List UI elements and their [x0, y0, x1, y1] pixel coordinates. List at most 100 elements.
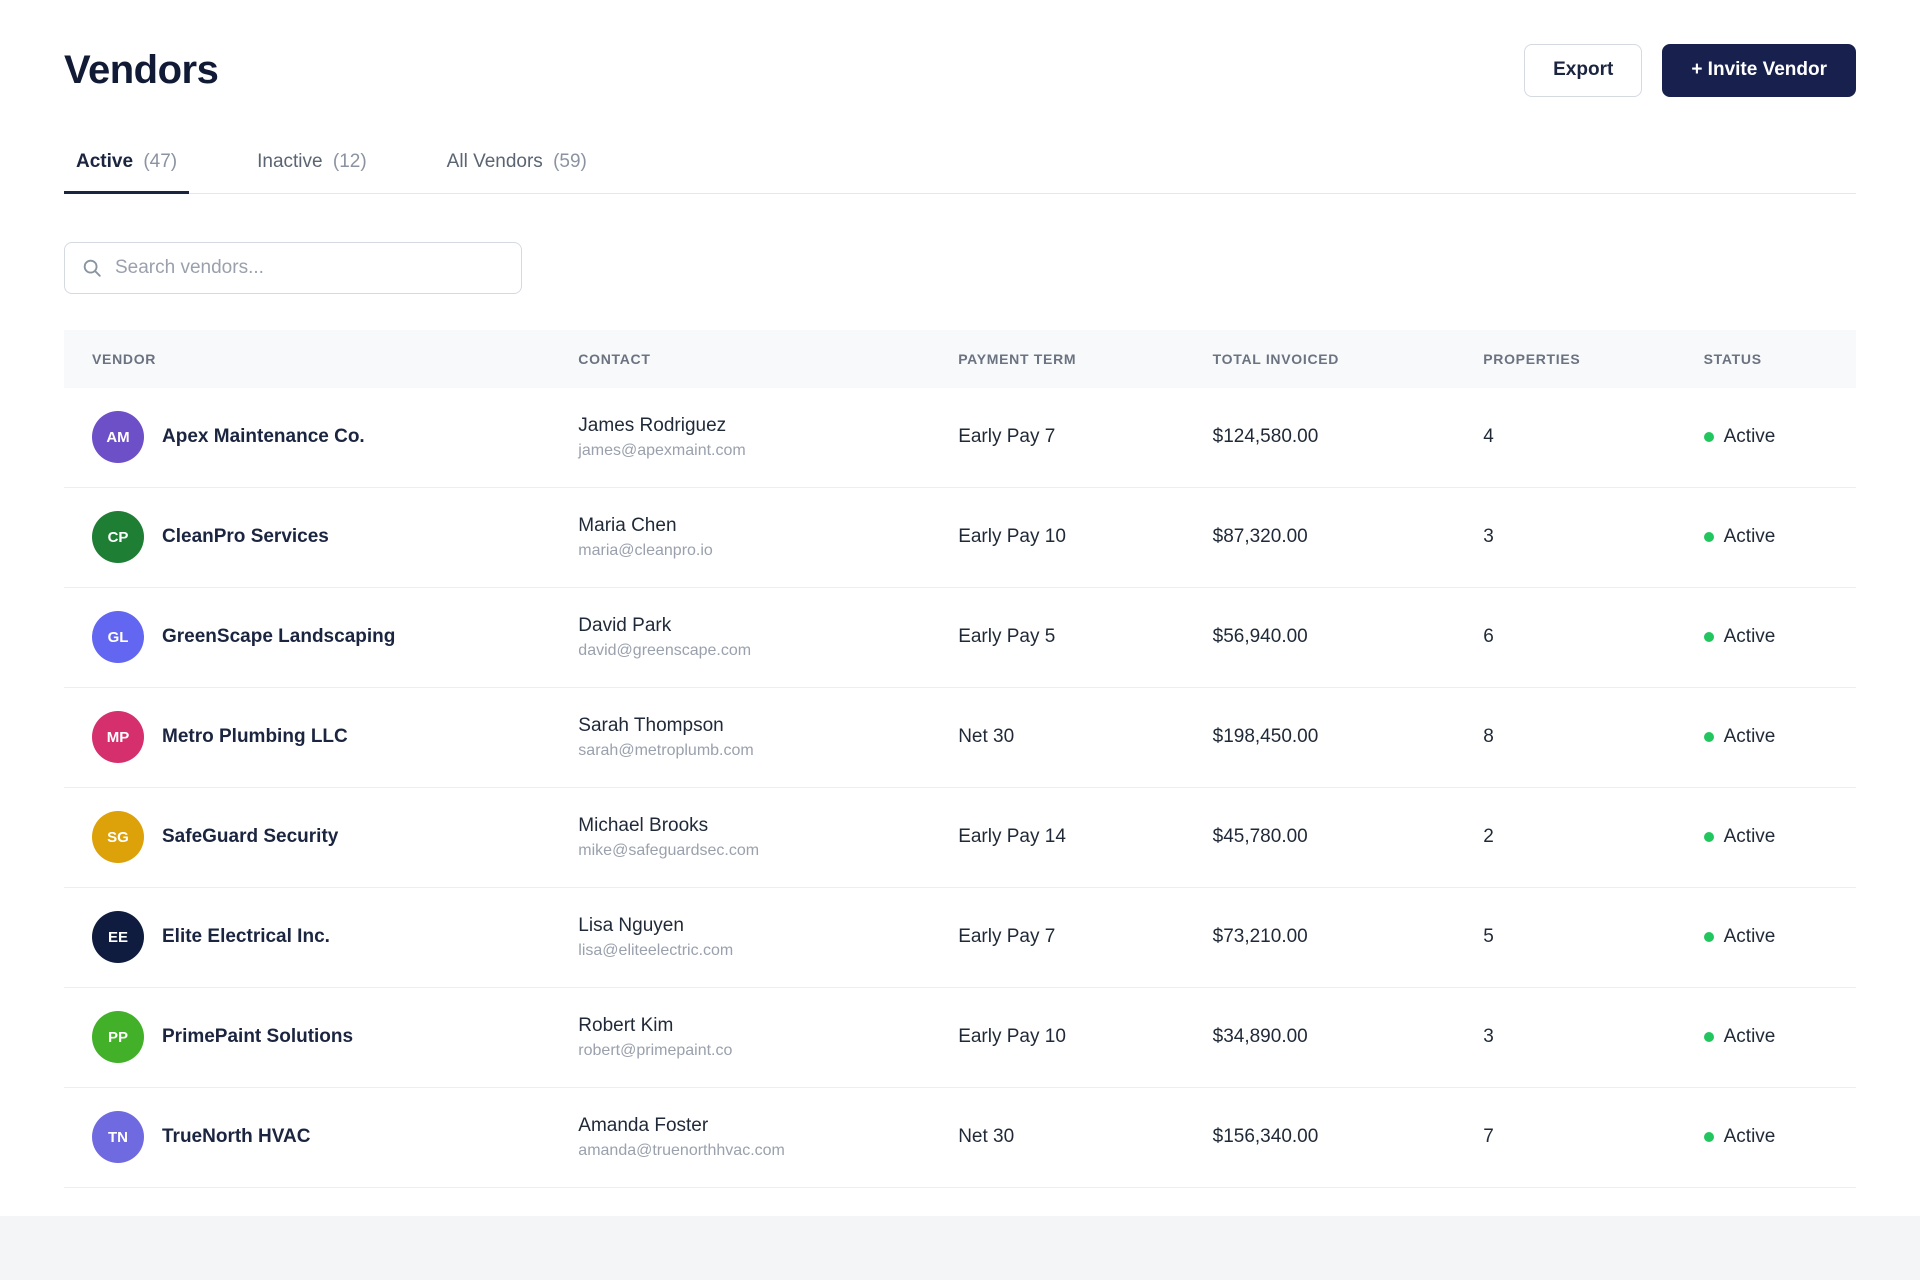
vendor-table-body: AM Apex Maintenance Co. James Rodriguez …: [64, 388, 1856, 1188]
contact-cell: Michael Brooks mike@safeguardsec.com: [578, 815, 958, 860]
vendors-page: Vendors Export + Invite Vendor Active (4…: [0, 0, 1920, 1188]
vendor-avatar: CP: [92, 511, 144, 563]
status-label: Active: [1724, 1026, 1776, 1048]
invite-vendor-button[interactable]: + Invite Vendor: [1662, 44, 1856, 97]
tab-count: (59): [553, 151, 587, 172]
properties-count: 3: [1483, 1026, 1703, 1048]
status-dot: [1704, 732, 1714, 742]
contact-name: Amanda Foster: [578, 1115, 958, 1137]
table-row[interactable]: AM Apex Maintenance Co. James Rodriguez …: [64, 388, 1856, 488]
contact-email: amanda@truenorthhvac.com: [578, 1142, 958, 1160]
vendor-avatar: GL: [92, 611, 144, 663]
tab-all-vendors[interactable]: All Vendors (59): [435, 137, 599, 193]
vendor-name: SafeGuard Security: [162, 826, 338, 848]
column-header-contact: Contact: [578, 351, 958, 367]
vendor-avatar: PP: [92, 1011, 144, 1063]
table-row[interactable]: GL GreenScape Landscaping David Park dav…: [64, 588, 1856, 688]
status-label: Active: [1724, 926, 1776, 948]
contact-email: david@greenscape.com: [578, 642, 958, 660]
vendor-cell: CP CleanPro Services: [64, 511, 578, 563]
contact-name: David Park: [578, 615, 958, 637]
properties-count: 7: [1483, 1126, 1703, 1148]
contact-name: Sarah Thompson: [578, 715, 958, 737]
vendor-tabs: Active (47) Inactive (12) All Vendors (5…: [64, 137, 1856, 194]
page-header: Vendors Export + Invite Vendor: [64, 44, 1856, 97]
vendor-cell: GL GreenScape Landscaping: [64, 611, 578, 663]
properties-count: 4: [1483, 426, 1703, 448]
status-badge: Active: [1704, 926, 1856, 948]
total-invoiced: $156,340.00: [1213, 1126, 1484, 1148]
tab-inactive[interactable]: Inactive (12): [245, 137, 379, 193]
contact-cell: Lisa Nguyen lisa@eliteelectric.com: [578, 915, 958, 960]
total-invoiced: $34,890.00: [1213, 1026, 1484, 1048]
search-input[interactable]: [115, 257, 505, 279]
status-label: Active: [1724, 1126, 1776, 1148]
payment-term: Net 30: [958, 1126, 1212, 1148]
vendor-cell: SG SafeGuard Security: [64, 811, 578, 863]
table-row[interactable]: EE Elite Electrical Inc. Lisa Nguyen lis…: [64, 888, 1856, 988]
contact-cell: James Rodriguez james@apexmaint.com: [578, 415, 958, 460]
vendor-name: TrueNorth HVAC: [162, 1126, 310, 1148]
tab-active[interactable]: Active (47): [64, 137, 189, 193]
status-label: Active: [1724, 726, 1776, 748]
status-dot: [1704, 432, 1714, 442]
status-badge: Active: [1704, 626, 1856, 648]
payment-term: Early Pay 10: [958, 526, 1212, 548]
table-row[interactable]: PP PrimePaint Solutions Robert Kim rober…: [64, 988, 1856, 1088]
contact-email: sarah@metroplumb.com: [578, 742, 958, 760]
contact-name: Michael Brooks: [578, 815, 958, 837]
tab-label: Inactive: [257, 151, 322, 172]
status-label: Active: [1724, 626, 1776, 648]
table-row[interactable]: TN TrueNorth HVAC Amanda Foster amanda@t…: [64, 1088, 1856, 1188]
status-dot: [1704, 532, 1714, 542]
status-badge: Active: [1704, 526, 1856, 548]
footer-band: [0, 1216, 1920, 1280]
payment-term: Early Pay 14: [958, 826, 1212, 848]
total-invoiced: $198,450.00: [1213, 726, 1484, 748]
page-title: Vendors: [64, 48, 218, 93]
contact-cell: Robert Kim robert@primepaint.co: [578, 1015, 958, 1060]
status-badge: Active: [1704, 826, 1856, 848]
payment-term: Net 30: [958, 726, 1212, 748]
payment-term: Early Pay 5: [958, 626, 1212, 648]
status-label: Active: [1724, 426, 1776, 448]
tab-label: Active: [76, 151, 133, 172]
properties-count: 8: [1483, 726, 1703, 748]
column-header-payment-term: Payment Term: [958, 351, 1212, 367]
search-section: [64, 242, 1856, 294]
properties-count: 3: [1483, 526, 1703, 548]
vendor-name: Elite Electrical Inc.: [162, 926, 330, 948]
status-badge: Active: [1704, 1126, 1856, 1148]
total-invoiced: $124,580.00: [1213, 426, 1484, 448]
status-dot: [1704, 1132, 1714, 1142]
total-invoiced: $56,940.00: [1213, 626, 1484, 648]
vendor-name: CleanPro Services: [162, 526, 329, 548]
status-badge: Active: [1704, 726, 1856, 748]
vendor-table: Vendor Contact Payment Term Total Invoic…: [64, 330, 1856, 1188]
vendor-avatar: EE: [92, 911, 144, 963]
search-box[interactable]: [64, 242, 522, 294]
export-button[interactable]: Export: [1524, 44, 1642, 97]
table-row[interactable]: MP Metro Plumbing LLC Sarah Thompson sar…: [64, 688, 1856, 788]
tab-count: (12): [333, 151, 367, 172]
status-dot: [1704, 632, 1714, 642]
vendor-avatar: SG: [92, 811, 144, 863]
column-header-status: Status: [1704, 351, 1856, 367]
status-label: Active: [1724, 826, 1776, 848]
vendor-avatar: TN: [92, 1111, 144, 1163]
search-icon: [81, 257, 103, 279]
table-row[interactable]: CP CleanPro Services Maria Chen maria@cl…: [64, 488, 1856, 588]
vendor-cell: MP Metro Plumbing LLC: [64, 711, 578, 763]
contact-email: lisa@eliteelectric.com: [578, 942, 958, 960]
column-header-vendor: Vendor: [64, 351, 578, 367]
tab-count: (47): [143, 151, 177, 172]
vendor-name: GreenScape Landscaping: [162, 626, 395, 648]
payment-term: Early Pay 10: [958, 1026, 1212, 1048]
vendor-cell: AM Apex Maintenance Co.: [64, 411, 578, 463]
properties-count: 5: [1483, 926, 1703, 948]
vendor-avatar: AM: [92, 411, 144, 463]
status-label: Active: [1724, 526, 1776, 548]
status-dot: [1704, 932, 1714, 942]
table-row[interactable]: SG SafeGuard Security Michael Brooks mik…: [64, 788, 1856, 888]
table-header: Vendor Contact Payment Term Total Invoic…: [64, 330, 1856, 388]
